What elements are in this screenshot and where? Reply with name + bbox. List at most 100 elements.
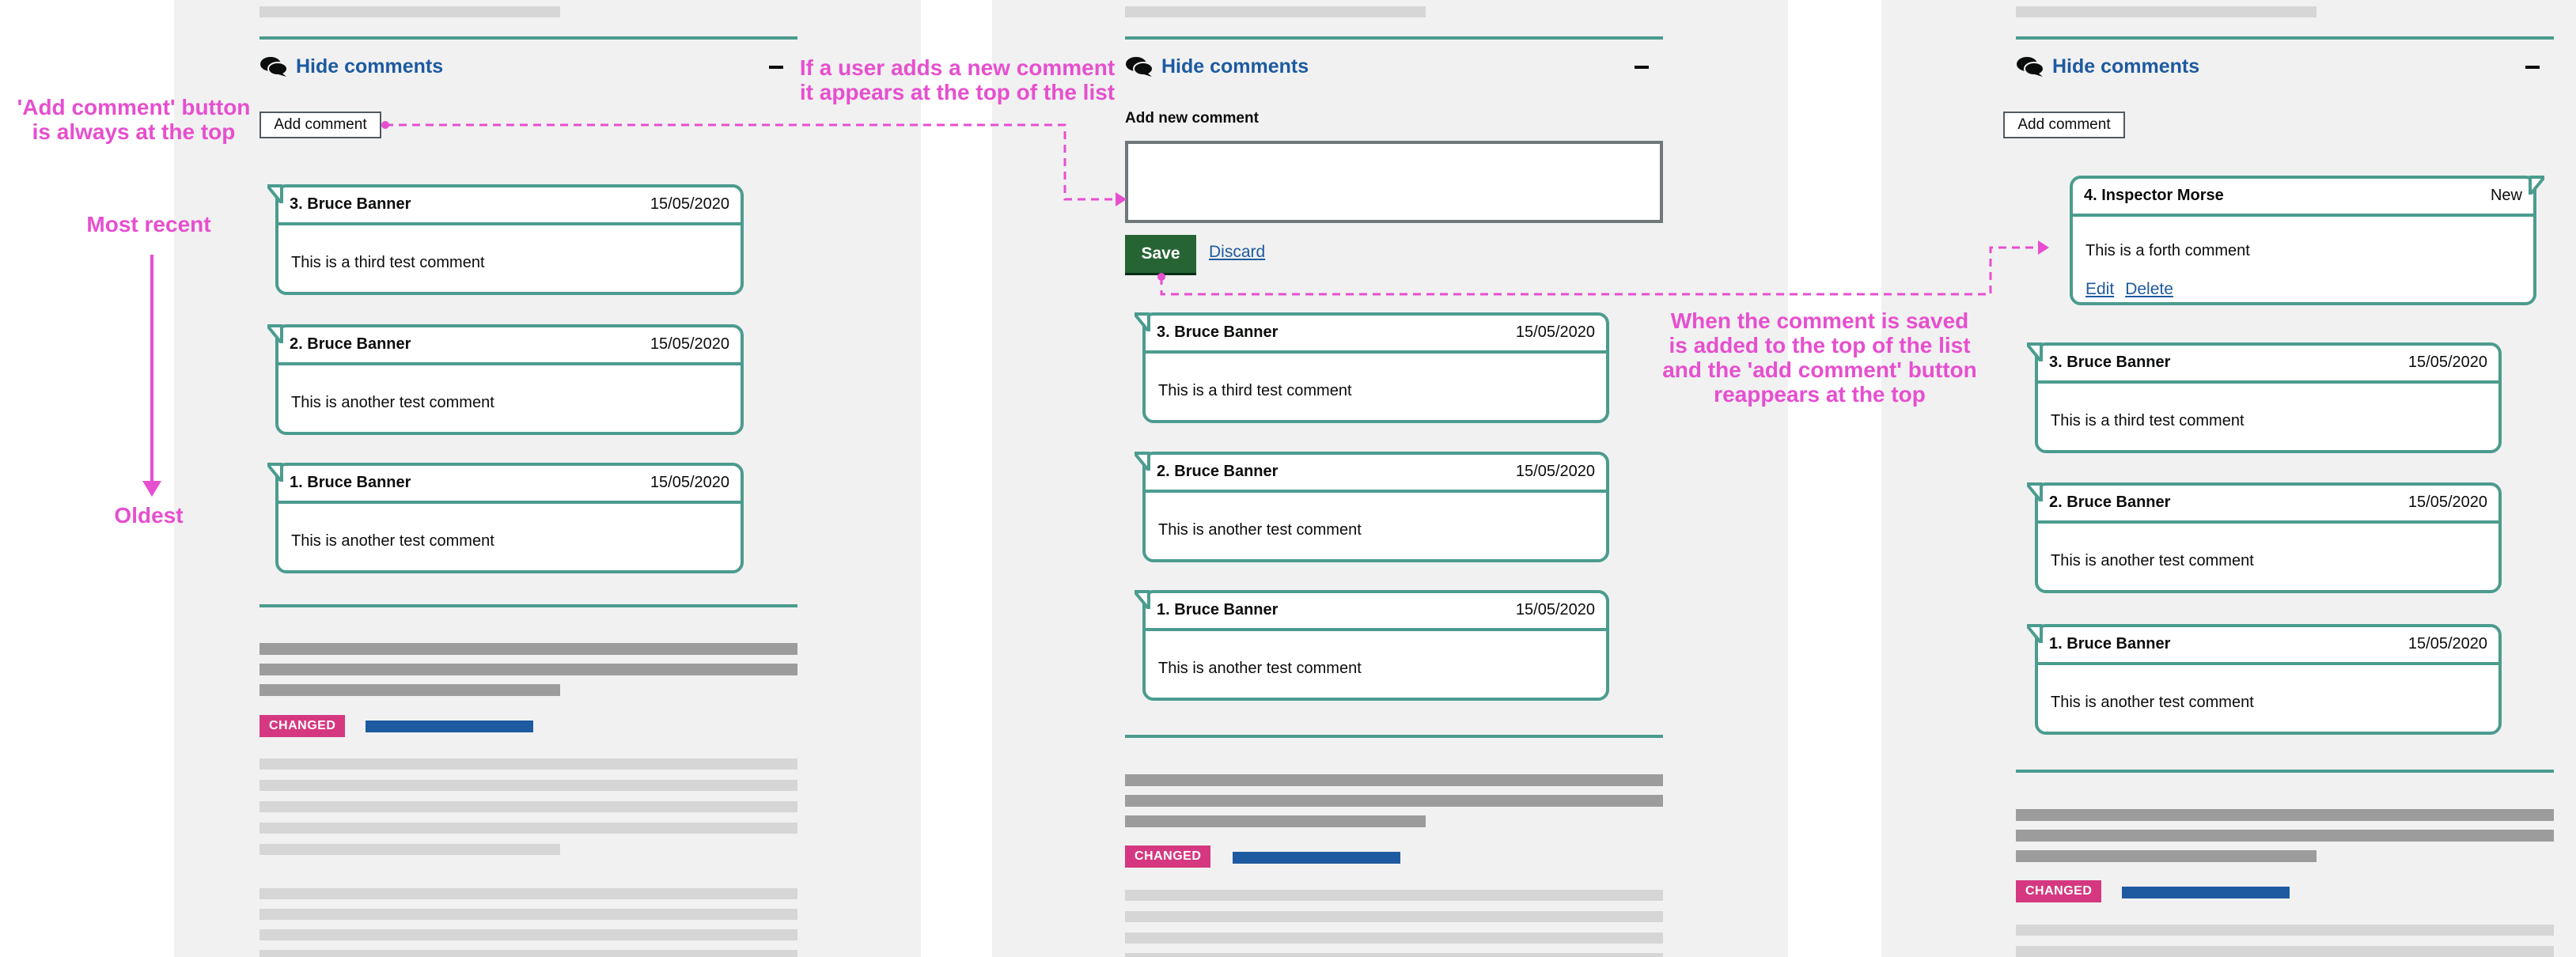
annotation-new-comment-position: If a user adds a new comment it appears … [791, 55, 1123, 104]
placeholder-link [2122, 887, 2290, 898]
hide-comments-link[interactable]: Hide comments [2052, 55, 2199, 78]
comment-text: This is a third test comment [1158, 382, 1352, 399]
comment-date: 15/05/2020 [650, 195, 729, 213]
placeholder-line [1125, 795, 1663, 807]
placeholder-line [259, 844, 560, 855]
comment-card: 1. Bruce Banner 15/05/2020 This is anoth… [267, 463, 744, 573]
comment-text: This is a forth comment [2085, 242, 2250, 259]
placeholder-line [2016, 850, 2317, 862]
comment-author: 3. Bruce Banner [1157, 323, 1279, 341]
minus-icon[interactable] [1635, 66, 1649, 69]
comment-author: 2. Bruce Banner [290, 335, 411, 353]
panel-saved-state: Hide comments Add comment 4. Inspector M… [1881, 0, 2576, 957]
bubble-tail [1135, 312, 1150, 331]
comment-author: 1. Bruce Banner [2049, 635, 2171, 652]
comments-toggle[interactable]: Hide comments [259, 52, 797, 84]
arrow-icon [142, 481, 161, 497]
placeholder-line [259, 684, 560, 696]
placeholder-line [259, 801, 797, 812]
comment-date: 15/05/2020 [1515, 323, 1595, 341]
discard-link[interactable]: Discard [1209, 243, 1265, 262]
bubble-tail [2529, 176, 2544, 195]
comment-date: 15/05/2020 [1515, 463, 1595, 480]
placeholder-line [2016, 809, 2554, 821]
annotation-oldest: Oldest [114, 503, 184, 528]
bubble-tail [267, 324, 283, 343]
minus-icon[interactable] [769, 66, 783, 69]
comments-toggle[interactable]: Hide comments [1125, 52, 1663, 84]
comment-date: 15/05/2020 [650, 474, 729, 491]
changed-tag: CHANGED [2016, 880, 2102, 902]
comment-header-divider [278, 222, 741, 225]
add-comment-button[interactable]: Add comment [2003, 112, 2125, 138]
section-divider [259, 604, 797, 607]
annotation-most-recent: Most recent [86, 212, 211, 236]
bubble-tail [2027, 342, 2043, 361]
hide-comments-link[interactable]: Hide comments [1161, 55, 1309, 78]
comment-date: 15/05/2020 [650, 335, 729, 353]
placeholder-line [1125, 953, 1663, 957]
comment-date: 15/05/2020 [2407, 354, 2487, 371]
placeholder-line [259, 6, 560, 17]
comment-header-divider [1146, 490, 1606, 493]
changed-tag: CHANGED [259, 715, 346, 737]
comment-card: 3. Bruce Banner 15/05/2020 This is a thi… [2027, 342, 2502, 453]
placeholder-line [259, 643, 797, 655]
speech-bubbles-icon [1126, 57, 1154, 77]
placeholder-line [2016, 6, 2317, 17]
section-divider [2016, 36, 2554, 40]
comment-text: This is another test comment [1158, 660, 1362, 677]
comments-toggle[interactable]: Hide comments [2016, 52, 2554, 84]
comment-header-divider [1146, 628, 1606, 631]
comment-author: 2. Bruce Banner [2049, 494, 2171, 511]
changed-tag: CHANGED [1125, 845, 1211, 868]
placeholder-line [259, 780, 797, 791]
bubble-tail [2027, 624, 2043, 643]
speech-bubbles-icon [2017, 57, 2044, 77]
placeholder-line [1125, 6, 1426, 17]
comment-header: 2. Bruce Banner 15/05/2020 [1157, 463, 1595, 483]
edit-link[interactable]: Edit [2085, 280, 2114, 298]
comment-text: This is another test comment [2051, 552, 2254, 569]
save-button[interactable]: Save [1125, 235, 1196, 273]
comment-text: This is a third test comment [2051, 412, 2245, 429]
comment-author: 1. Bruce Banner [1157, 601, 1279, 618]
annotation-add-button-position: 'Add comment' button is always at the to… [11, 95, 256, 144]
comment-header: 4. Inspector Morse New [2084, 187, 2522, 207]
comment-header-divider [1146, 350, 1606, 354]
section-divider [1125, 735, 1663, 738]
placeholder-line [1125, 774, 1663, 786]
placeholder-line [1125, 932, 1663, 944]
annotation-line: If a user adds a new comment [799, 55, 1116, 80]
comment-actions: Edit Delete [2085, 280, 2184, 299]
speech-bubbles-icon [260, 57, 288, 77]
placeholder-line [2016, 925, 2554, 936]
new-comment-label: Add new comment [1125, 110, 1259, 127]
placeholder-line [259, 758, 797, 770]
comment-header: 2. Bruce Banner 15/05/2020 [290, 335, 729, 356]
comment-card: 3. Bruce Banner 15/05/2020 This is a thi… [1135, 312, 1609, 423]
minus-icon[interactable] [2525, 66, 2540, 69]
placeholder-line [2016, 830, 2554, 842]
comment-text: This is another test comment [291, 394, 494, 411]
comment-author: 4. Inspector Morse [2084, 187, 2224, 204]
comment-text: This is another test comment [1158, 521, 1362, 539]
new-comment-textarea[interactable] [1125, 141, 1663, 223]
comment-card: 2. Bruce Banner 15/05/2020 This is anoth… [267, 324, 744, 435]
comment-author: 3. Bruce Banner [2049, 354, 2171, 371]
placeholder-line [1125, 815, 1426, 827]
annotation-line: 'Add comment' button [17, 95, 251, 119]
comment-author: 3. Bruce Banner [290, 195, 411, 213]
bubble-tail [267, 463, 283, 482]
add-comment-button[interactable]: Add comment [259, 112, 381, 138]
placeholder-link [1233, 852, 1400, 864]
placeholder-line [259, 823, 797, 834]
comment-header: 3. Bruce Banner 15/05/2020 [1157, 323, 1595, 344]
annotation-saved-behaviour: When the comment is saved is added to th… [1654, 308, 1986, 407]
panel-adding-state: Hide comments Add new comment Save Disca… [992, 0, 1788, 957]
hide-comments-link[interactable]: Hide comments [296, 55, 443, 78]
annotation-line: reappears at the top [1714, 382, 1926, 407]
delete-link[interactable]: Delete [2125, 280, 2173, 298]
comment-date: 15/05/2020 [1515, 601, 1595, 618]
comment-header: 1. Bruce Banner 15/05/2020 [2049, 635, 2487, 656]
